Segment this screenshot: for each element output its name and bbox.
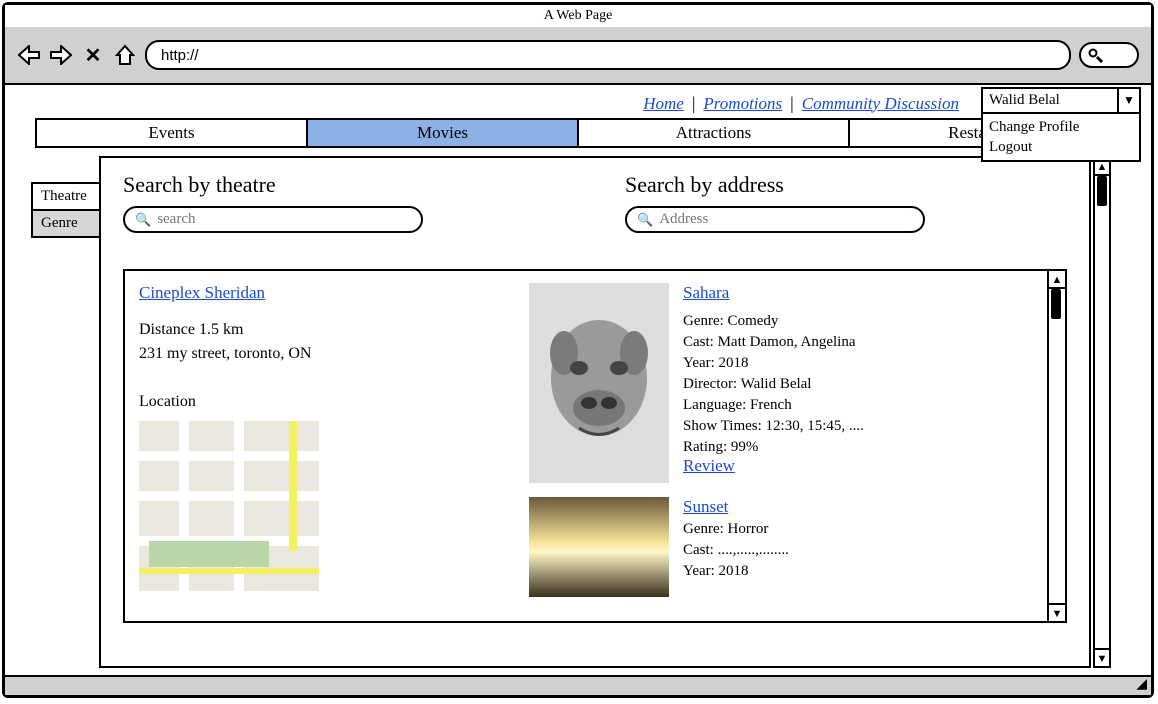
menu-logout[interactable]: Logout bbox=[989, 137, 1133, 157]
user-dropdown[interactable]: Walid Belal ▼ Change Profile Logout bbox=[981, 87, 1141, 162]
tab-attractions[interactable]: Attractions bbox=[579, 120, 850, 146]
movie-rating: Rating: 99% bbox=[683, 439, 864, 456]
inner-scrollbar[interactable]: ▲ ▼ bbox=[1047, 271, 1065, 621]
tab-movies[interactable]: Movies bbox=[308, 120, 579, 146]
movie-image bbox=[529, 497, 669, 597]
tab-events[interactable]: Events bbox=[37, 120, 308, 146]
scroll-thumb[interactable] bbox=[1051, 289, 1061, 319]
side-tab-genre[interactable]: Genre bbox=[31, 209, 101, 238]
results-panel: Cineplex Sheridan Distance 1.5 km 231 my… bbox=[123, 269, 1067, 623]
movie-image bbox=[529, 283, 669, 483]
movie-title-link[interactable]: Sunset bbox=[683, 497, 728, 516]
status-bar: ◢ bbox=[5, 675, 1151, 695]
search-address-heading: Search by address bbox=[625, 172, 1067, 198]
side-tab-theatre[interactable]: Theatre bbox=[31, 182, 101, 211]
top-nav: Home | Promotions | Community Discussion… bbox=[5, 85, 1151, 118]
theatre-name-link[interactable]: Cineplex Sheridan bbox=[139, 283, 265, 302]
search-theatre-wrap[interactable]: 🔍 bbox=[123, 206, 423, 233]
user-name: Walid Belal bbox=[983, 89, 1117, 112]
content-area: Theatre Genre Search by theatre 🔍 Search… bbox=[5, 148, 1151, 678]
movie-cast: Cast: ....,.....,........ bbox=[683, 542, 789, 559]
menu-change-profile[interactable]: Change Profile bbox=[989, 117, 1133, 137]
home-icon[interactable] bbox=[113, 43, 137, 67]
theatre-address: 231 my street, toronto, ON bbox=[139, 345, 499, 363]
movies-list: Sahara Genre: Comedy Cast: Matt Damon, A… bbox=[529, 283, 1031, 609]
theatre-distance: Distance 1.5 km bbox=[139, 321, 499, 339]
map-thumbnail[interactable] bbox=[139, 421, 319, 591]
window-title: A Web Page bbox=[5, 5, 1151, 27]
nav-promotions[interactable]: Promotions bbox=[695, 94, 790, 114]
main-panel: Search by theatre 🔍 Search by address 🔍 bbox=[99, 156, 1091, 668]
search-icon: 🔍 bbox=[637, 212, 653, 228]
close-icon[interactable]: ✕ bbox=[81, 43, 105, 67]
browser-window: A Web Page ✕ Home | Promotions | Communi… bbox=[2, 2, 1154, 698]
url-input[interactable] bbox=[145, 40, 1071, 70]
chevron-down-icon[interactable]: ▼ bbox=[1117, 89, 1139, 112]
scroll-down-icon[interactable]: ▼ bbox=[1095, 648, 1109, 666]
movie-item: Sahara Genre: Comedy Cast: Matt Damon, A… bbox=[529, 283, 1031, 483]
main-tabs: Events Movies Attractions Restaurant bbox=[35, 118, 1121, 148]
search-theatre-input[interactable] bbox=[157, 211, 411, 228]
movie-genre: Genre: Horror bbox=[683, 521, 789, 538]
movie-year: Year: 2018 bbox=[683, 563, 789, 580]
nav-community[interactable]: Community Discussion bbox=[794, 94, 967, 114]
search-icon: 🔍 bbox=[135, 212, 151, 228]
movie-cast: Cast: Matt Damon, Angelina bbox=[683, 334, 864, 351]
movie-title-link[interactable]: Sahara bbox=[683, 283, 729, 302]
scroll-down-icon[interactable]: ▼ bbox=[1049, 603, 1065, 621]
search-address-wrap[interactable]: 🔍 bbox=[625, 206, 925, 233]
browser-toolbar: ✕ bbox=[5, 27, 1151, 85]
movie-director: Director: Walid Belal bbox=[683, 376, 864, 393]
movie-genre: Genre: Comedy bbox=[683, 313, 864, 330]
search-button[interactable] bbox=[1079, 42, 1139, 68]
side-tabs: Theatre Genre bbox=[31, 182, 101, 236]
nav-home[interactable]: Home bbox=[635, 94, 692, 114]
movie-language: Language: French bbox=[683, 397, 864, 414]
search-theatre-heading: Search by theatre bbox=[123, 172, 565, 198]
scroll-thumb[interactable] bbox=[1097, 176, 1107, 206]
scroll-up-icon[interactable]: ▲ bbox=[1049, 271, 1065, 289]
movie-showtimes: Show Times: 12:30, 15:45, .... bbox=[683, 418, 864, 435]
theatre-info: Cineplex Sheridan Distance 1.5 km 231 my… bbox=[139, 283, 499, 609]
movie-item: Sunset Genre: Horror Cast: ....,.....,..… bbox=[529, 497, 1031, 597]
back-arrow-icon[interactable] bbox=[17, 43, 41, 67]
outer-scrollbar[interactable]: ▲ ▼ bbox=[1093, 156, 1111, 668]
location-label: Location bbox=[139, 393, 499, 411]
resize-grip-icon[interactable]: ◢ bbox=[1136, 676, 1147, 693]
movie-year: Year: 2018 bbox=[683, 355, 864, 372]
movie-review-link[interactable]: Review bbox=[683, 456, 735, 475]
search-address-input[interactable] bbox=[659, 211, 913, 228]
forward-arrow-icon[interactable] bbox=[49, 43, 73, 67]
